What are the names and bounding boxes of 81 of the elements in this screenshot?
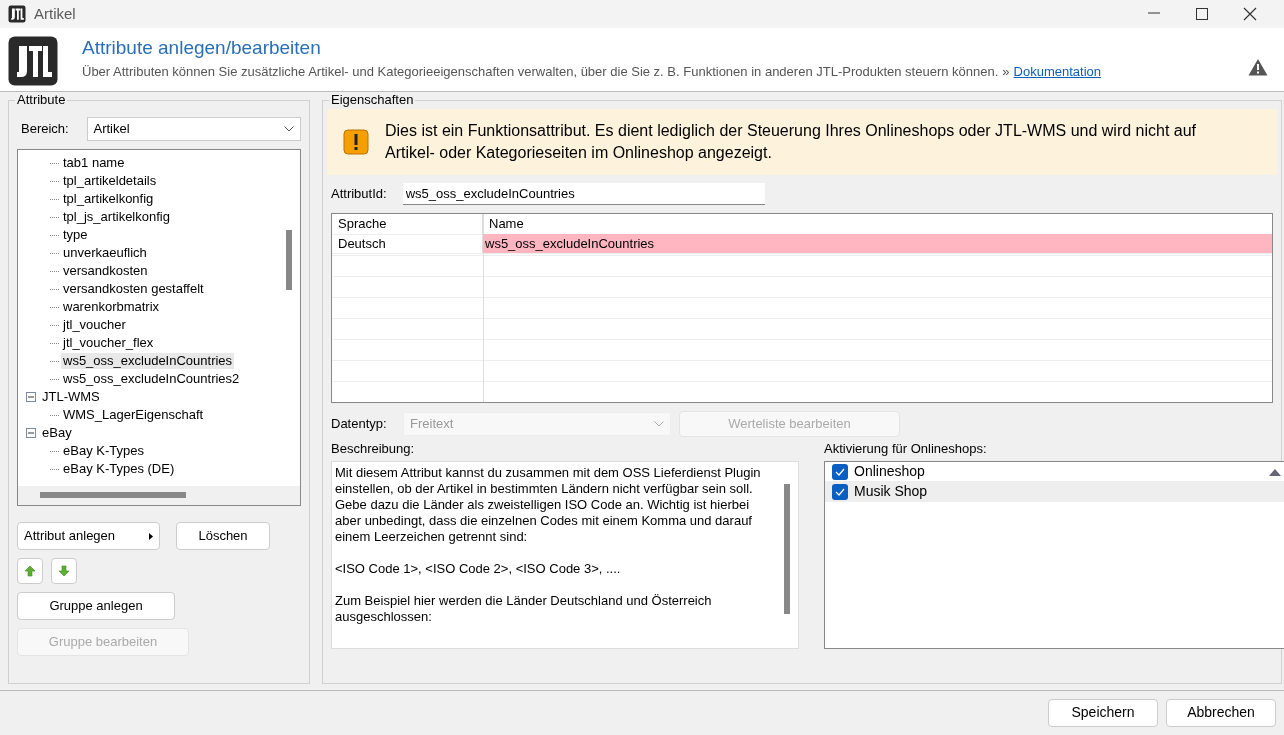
scrollbar-thumb[interactable] <box>286 230 292 290</box>
page-title: Attribute anlegen/bearbeiten <box>82 36 322 60</box>
tree-line <box>50 342 60 344</box>
tree-line <box>50 288 60 290</box>
tree-item[interactable]: type <box>61 226 90 244</box>
column-header: Sprache <box>332 214 483 234</box>
checkbox[interactable] <box>832 463 848 480</box>
documentation-link[interactable]: Dokumentation <box>1013 63 1102 80</box>
tree-item[interactable]: versandkosten <box>61 262 150 280</box>
tree-line <box>50 180 60 182</box>
check-icon <box>835 467 845 476</box>
group-legend: Eigenschaften <box>329 92 416 109</box>
shop-list-item[interactable]: Musik Shop <box>825 482 1284 503</box>
table-cell: ws5_oss_excludeInCountries <box>483 234 1272 254</box>
arrow-up-icon <box>24 565 36 577</box>
chevron-down-icon <box>654 421 664 427</box>
tree-item[interactable]: unverkaeuflich <box>61 244 149 262</box>
link-prefix: » <box>1002 63 1010 80</box>
field-label: Datentyp: <box>331 415 388 433</box>
collapse-icon[interactable] <box>26 428 36 438</box>
checkbox[interactable] <box>832 483 848 500</box>
chevron-down-icon <box>284 126 294 132</box>
dialog-button[interactable]: Abbrechen <box>1166 699 1276 727</box>
tree-item[interactable]: jtl_voucher <box>61 316 128 334</box>
caret-right-icon <box>149 532 153 540</box>
description-field[interactable]: Mit diesem Attribut kannst du zusammen mit dem OSS Lieferdienst Plugin einstellen, ob der Artikel in bestimmten Ländern nicht verfügbar sein soll. Gebe dazu die Länder als zweistelligen ISO Code an. Wichtig ist hierbei aber unbedingt, dass die einzelnen Codes mit einem Komma und darauf einem Leerzeichen getrennt sind: <ISO Code 1>, <ISO Code 2>, <ISO Code 3>, .... Zum Beispiel hier werden die Länder Deutschland und Österreich ausgeschlossen: <box>331 461 799 650</box>
scrollbar-thumb[interactable] <box>784 484 790 615</box>
field-label: Aktivierung für Onlineshops: <box>824 441 988 458</box>
tree-item[interactable]: tab1 name <box>61 154 127 172</box>
collapse-icon[interactable] <box>26 392 36 402</box>
tree-item[interactable]: tpl_js_artikelkonfig <box>61 208 172 226</box>
logo-icon <box>8 5 26 23</box>
tree-item[interactable]: eBay K-Types (DE) <box>61 460 177 478</box>
field-label: AttributId: <box>331 185 387 203</box>
tree-item[interactable]: eBay K-Types <box>61 442 146 460</box>
dialog-button[interactable]: Speichern <box>1048 699 1158 727</box>
tree-item[interactable]: WMS_LagerEigenschaft <box>61 406 206 424</box>
page-description: Über Attributen können Sie zusätzliche Artikel- und Kategorieeigenschaften verwalten, über die Sie z. B. Funktionen in anderen JTL-Produkten steuern können. <box>82 63 999 80</box>
area-dropdown[interactable]: Artikel <box>86 117 301 141</box>
group-button[interactable]: Gruppe anlegen <box>17 592 175 620</box>
notice-text: Dies ist ein Funktionsattribut. Es dient lediglich der Steuerung Ihres Onlineshops oder JTL-WMS und wird nicht auf Artikel- oder Kategorieseiten im Onlineshop angezeigt. <box>385 120 1198 163</box>
action-button[interactable]: Löschen <box>176 522 270 550</box>
move-up-button[interactable] <box>17 558 43 584</box>
tree-line <box>50 234 60 236</box>
tree-item[interactable]: tpl_artikelkonfig <box>61 190 156 208</box>
tree-line <box>50 324 60 326</box>
window-title: Artikel <box>34 4 76 24</box>
tree-line <box>50 252 60 254</box>
warning-icon <box>343 129 369 155</box>
tree-line <box>50 378 60 380</box>
warning-icon <box>1248 58 1268 76</box>
action-button[interactable]: Attribut anlegen <box>17 522 160 550</box>
scroll-up-icon[interactable] <box>1269 469 1281 477</box>
tree-group[interactable]: eBay <box>40 424 74 442</box>
tree-line <box>50 198 60 200</box>
tree-group[interactable]: JTL-WMS <box>40 388 102 406</box>
field-label: Bereich: <box>21 120 70 138</box>
tree-line <box>50 414 60 416</box>
tree-item[interactable]: tpl_artikeldetails <box>61 172 159 190</box>
tree-line <box>50 216 60 218</box>
tree-line <box>50 360 60 362</box>
column-header: Name <box>488 215 525 233</box>
tree-line <box>50 270 60 272</box>
maximize-icon[interactable] <box>1194 6 1210 22</box>
tree-line <box>50 162 60 164</box>
arrow-down-icon <box>58 565 70 577</box>
tree-item[interactable]: warenkorbmatrix <box>61 298 162 316</box>
tree-item[interactable]: ws5_oss_excludeInCountries2 <box>61 370 242 388</box>
logo-icon <box>8 36 58 86</box>
tree-item[interactable]: ws5_oss_excludeInCountries <box>61 352 235 370</box>
move-down-button[interactable] <box>51 558 77 584</box>
check-icon <box>835 487 845 496</box>
field-label: Beschreibung: <box>331 441 416 458</box>
tree-line <box>50 450 60 452</box>
tree-item[interactable]: versandkosten gestaffelt <box>61 280 206 298</box>
id-field[interactable]: ws5_oss_excludeInCountries <box>402 183 765 205</box>
tree-line <box>50 468 60 470</box>
close-icon[interactable] <box>1242 6 1258 22</box>
scrollbar-thumb[interactable] <box>40 492 186 498</box>
tree-line <box>50 306 60 308</box>
tree-item[interactable]: jtl_voucher_flex <box>61 334 156 352</box>
